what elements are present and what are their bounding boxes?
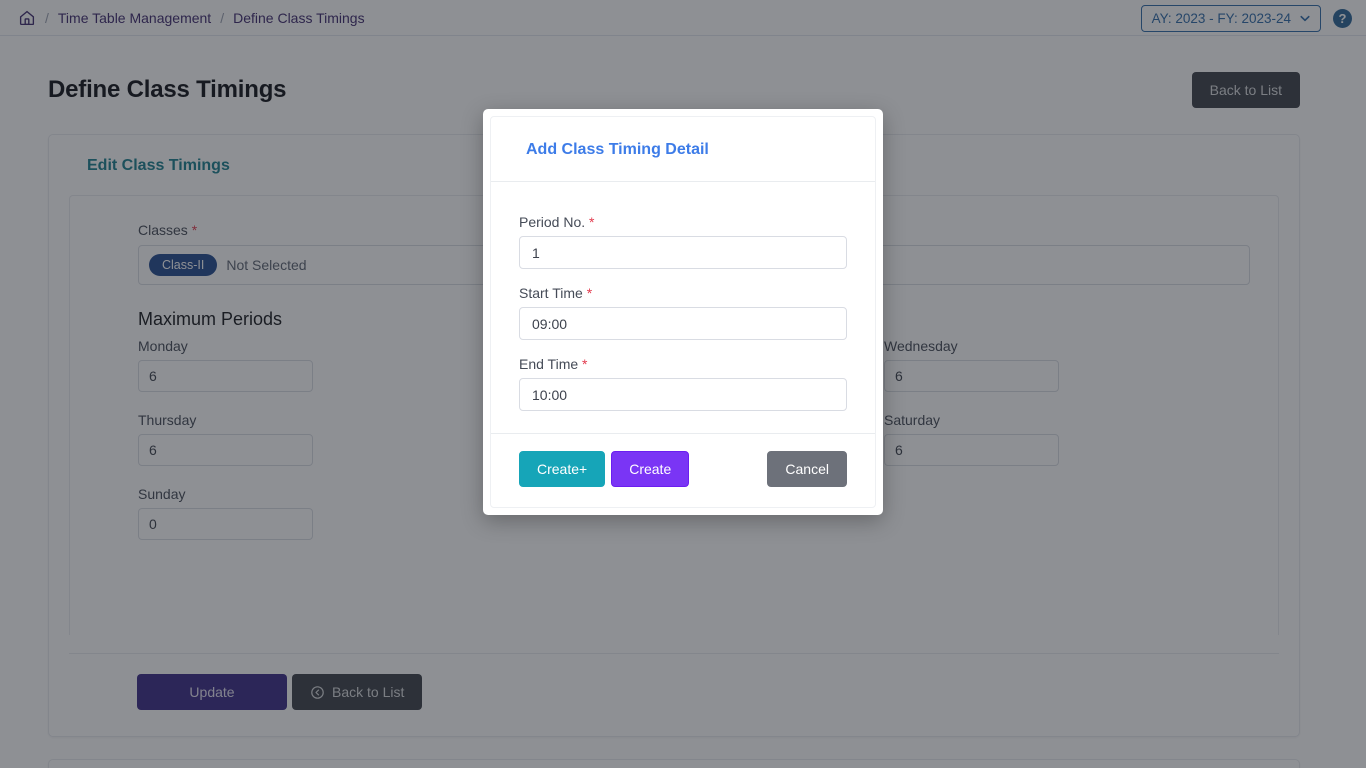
modal-body: Period No. * Start Time * End Time * xyxy=(491,182,875,433)
add-class-timing-modal: Add Class Timing Detail Period No. * Sta… xyxy=(483,109,883,516)
start-time-input[interactable] xyxy=(519,307,847,340)
end-time-label-text: End Time xyxy=(519,356,579,372)
modal-header: Add Class Timing Detail xyxy=(491,117,875,182)
end-time-label: End Time * xyxy=(519,356,847,372)
modal-title: Add Class Timing Detail xyxy=(526,141,709,158)
create-button[interactable]: Create xyxy=(611,451,690,488)
start-time-required-mark: * xyxy=(586,285,593,301)
period-no-label: Period No. * xyxy=(519,214,847,230)
period-no-required-mark: * xyxy=(589,214,595,230)
modal-footer: Create+ Create Cancel xyxy=(491,433,875,507)
start-time-label-text: Start Time xyxy=(519,285,583,301)
period-no-input[interactable] xyxy=(519,236,847,269)
cancel-button[interactable]: Cancel xyxy=(767,451,847,488)
modal-inner: Add Class Timing Detail Period No. * Sta… xyxy=(490,116,876,509)
end-time-required-mark: * xyxy=(582,356,588,372)
end-time-input[interactable] xyxy=(519,378,847,411)
create-plus-button[interactable]: Create+ xyxy=(519,451,606,488)
start-time-label: Start Time * xyxy=(519,285,847,301)
period-no-label-text: Period No. xyxy=(519,214,586,230)
